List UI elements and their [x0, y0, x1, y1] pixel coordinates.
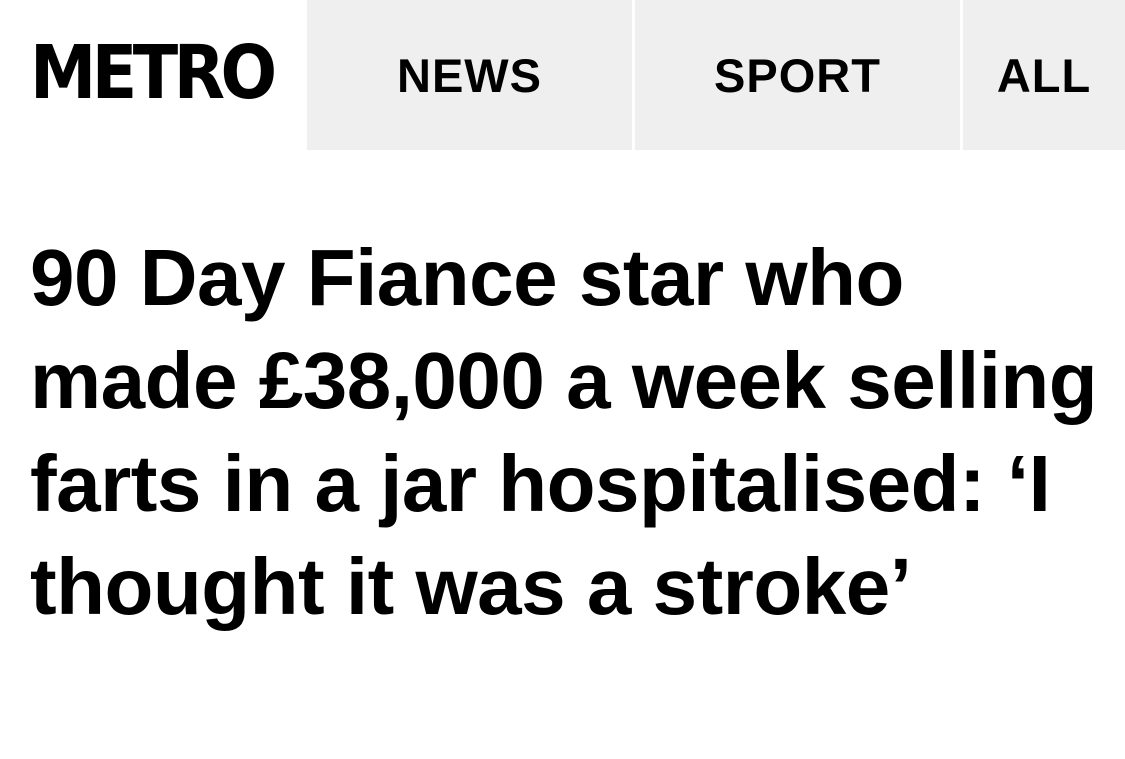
- metro-logo[interactable]: METRO: [30, 28, 277, 118]
- nav-tab-sport[interactable]: SPORT: [635, 0, 960, 150]
- article-headline: 90 Day Fiance star who made £38,000 a we…: [30, 233, 1098, 631]
- nav-tab-all[interactable]: ALL: [963, 0, 1125, 150]
- site-header: METRO NEWS SPORT ALL: [0, 0, 1125, 150]
- nav-tab-news[interactable]: NEWS: [307, 0, 632, 150]
